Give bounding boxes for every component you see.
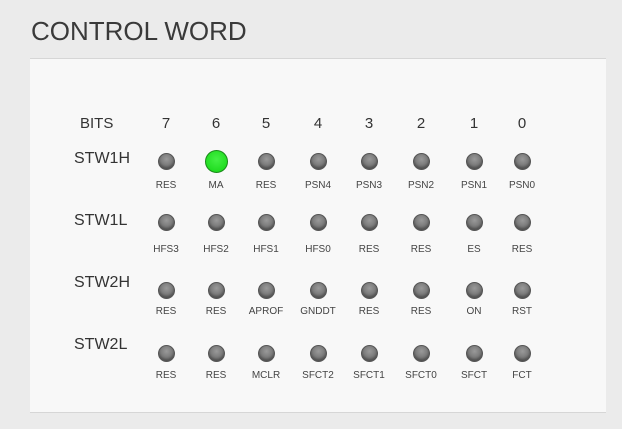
status-led-off xyxy=(157,345,175,362)
bit-name-label: GNDDT xyxy=(300,306,336,317)
bit-name-label: ES xyxy=(467,244,481,255)
bit-name-label: HFS0 xyxy=(305,244,331,255)
control-word-panel: CONTROL WORD BITS 7 6 5 4 3 2 1 0 STW1H RES MA RES P… xyxy=(0,0,622,429)
status-led-off xyxy=(257,282,275,299)
status-led-off xyxy=(309,282,327,299)
bit-name-label: SFCT2 xyxy=(302,370,334,381)
bit-name-label: RES xyxy=(155,306,177,317)
status-led-off xyxy=(360,282,378,299)
status-led-off xyxy=(465,282,483,299)
status-led-on xyxy=(204,150,228,173)
bit-name-label: ON xyxy=(466,306,482,317)
status-led-off xyxy=(309,345,327,362)
bit-name-label: SFCT0 xyxy=(405,370,437,381)
bit-name-label: RES xyxy=(205,306,227,317)
status-led-off xyxy=(465,153,483,170)
status-led-off xyxy=(513,345,531,362)
status-led-off xyxy=(257,214,275,231)
bit-name-label: MA xyxy=(208,180,224,191)
row-label-stw1l: STW1L xyxy=(74,212,128,229)
bit-number-header: 1 xyxy=(469,115,479,132)
status-led-off xyxy=(412,153,430,170)
status-led-off xyxy=(309,214,327,231)
status-led-off xyxy=(412,214,430,231)
bits-header-label: BITS xyxy=(80,115,114,132)
status-led-off xyxy=(360,345,378,362)
status-led-off xyxy=(513,153,531,170)
bit-name-label: PSN0 xyxy=(508,180,536,191)
bit-name-label: PSN1 xyxy=(460,180,488,191)
bit-name-label: APROF xyxy=(248,306,284,317)
status-led-off xyxy=(412,345,430,362)
bit-number-header: 3 xyxy=(364,115,374,132)
bit-number-header: 4 xyxy=(313,115,323,132)
bit-name-label: HFS2 xyxy=(203,244,229,255)
bit-number-header: 0 xyxy=(517,115,527,132)
status-led-off xyxy=(207,345,225,362)
bit-name-label: FCT xyxy=(512,370,532,381)
status-led-off xyxy=(157,153,175,170)
bit-name-label: RES xyxy=(358,244,380,255)
row-label-stw2h: STW2H xyxy=(74,274,130,291)
bit-name-label: PSN2 xyxy=(407,180,435,191)
bit-name-label: SFCT xyxy=(460,370,488,381)
status-led-off xyxy=(412,282,430,299)
status-led-off xyxy=(465,345,483,362)
bit-name-label: RES xyxy=(205,370,227,381)
status-led-off xyxy=(157,214,175,231)
status-led-off xyxy=(360,153,378,170)
bit-name-label: HFS1 xyxy=(253,244,279,255)
bit-number-header: 6 xyxy=(211,115,221,132)
status-led-off xyxy=(360,214,378,231)
bit-number-header: 5 xyxy=(261,115,271,132)
bit-name-label: RES xyxy=(155,370,177,381)
bit-name-label: MCLR xyxy=(251,370,281,381)
status-led-off xyxy=(207,282,225,299)
bit-name-label: HFS3 xyxy=(153,244,179,255)
status-led-off xyxy=(513,282,531,299)
bit-name-label: RES xyxy=(255,180,277,191)
bit-name-label: RES xyxy=(511,244,533,255)
bit-number-header: 2 xyxy=(416,115,426,132)
bit-number-header: 7 xyxy=(161,115,171,132)
bit-name-label: RES xyxy=(410,244,432,255)
panel-title: CONTROL WORD xyxy=(31,16,247,46)
row-label-stw1h: STW1H xyxy=(74,150,130,167)
bit-name-label: RST xyxy=(512,306,532,317)
status-led-off xyxy=(257,345,275,362)
status-led-off xyxy=(513,214,531,231)
status-led-off xyxy=(207,214,225,231)
bit-name-label: RES xyxy=(410,306,432,317)
status-led-off xyxy=(309,153,327,170)
bit-name-label: RES xyxy=(155,180,177,191)
bit-name-label: SFCT1 xyxy=(353,370,385,381)
status-led-off xyxy=(465,214,483,231)
row-label-stw2l: STW2L xyxy=(74,336,128,353)
bit-name-label: PSN3 xyxy=(355,180,383,191)
bit-name-label: RES xyxy=(358,306,380,317)
bit-name-label: PSN4 xyxy=(304,180,332,191)
status-led-off xyxy=(257,153,275,170)
status-led-off xyxy=(157,282,175,299)
